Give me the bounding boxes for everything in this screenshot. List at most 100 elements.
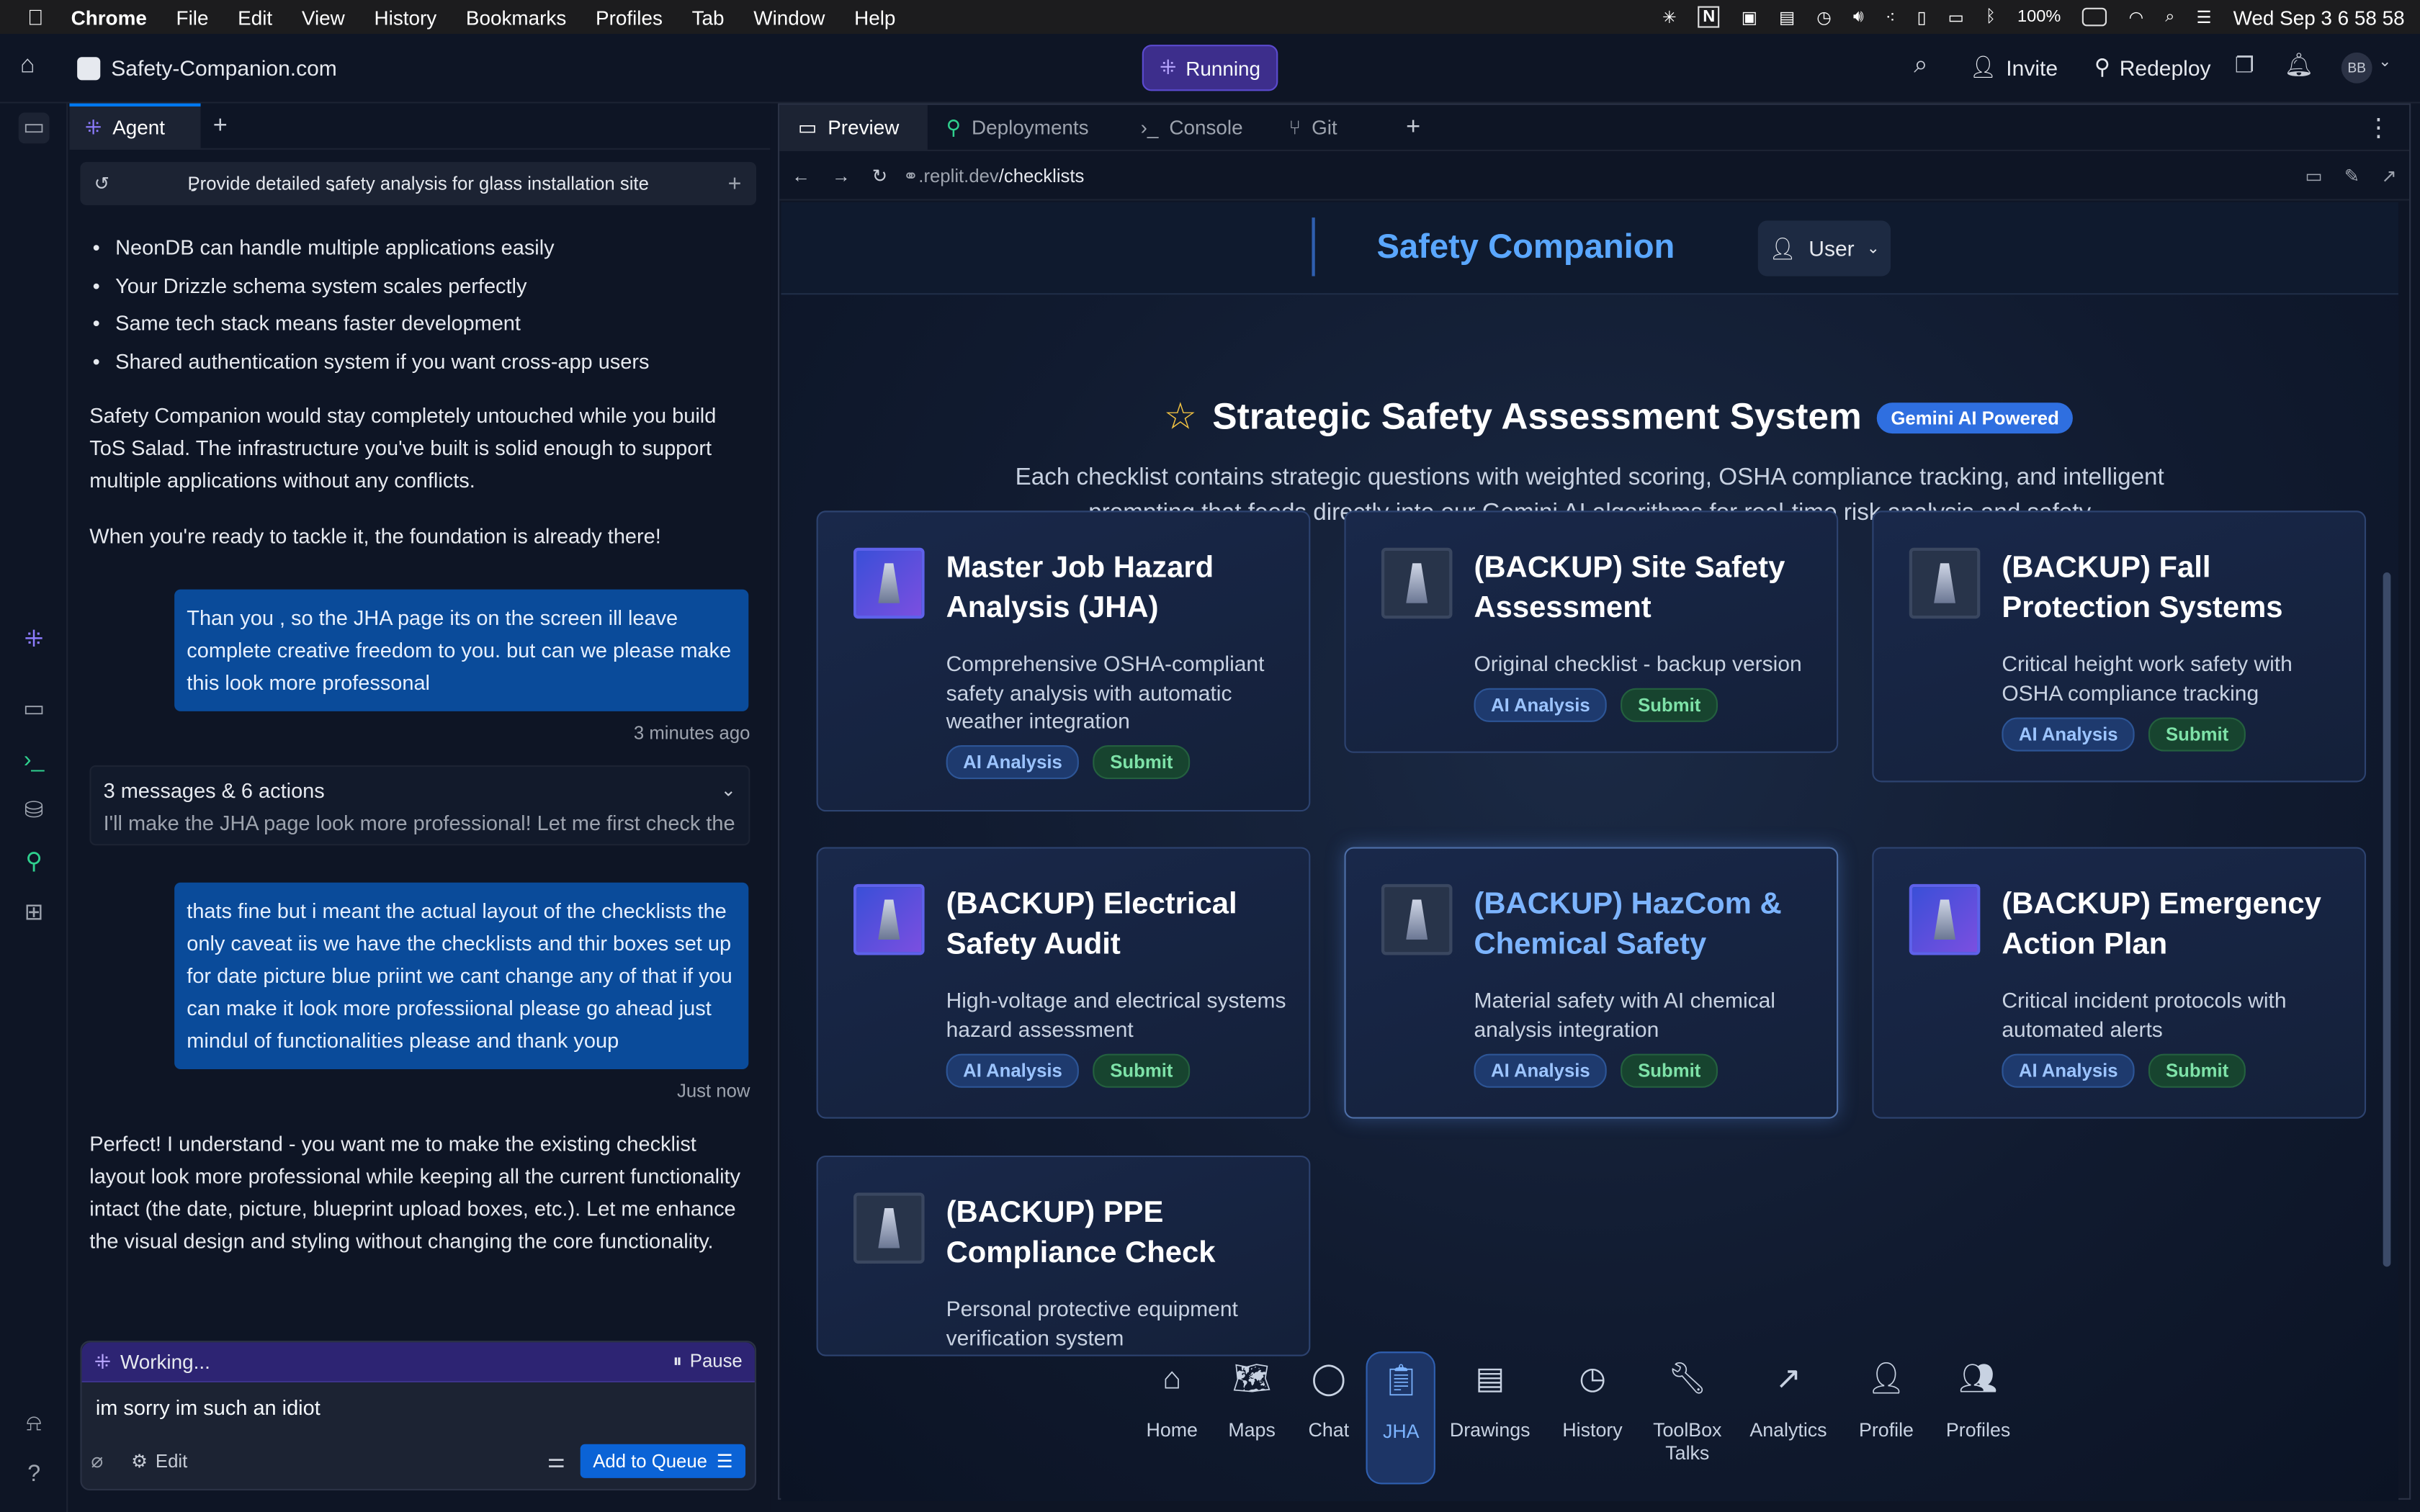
ai-analysis-tag[interactable]: AI Analysis	[2002, 717, 2136, 752]
add-to-queue-button[interactable]: Add to Queue ☰	[581, 1444, 746, 1478]
checklist-title[interactable]: (BACKUP) Electrical Safety Audit	[946, 884, 1286, 964]
menu-app-name[interactable]: Chrome	[71, 6, 147, 29]
new-tab-plus-icon[interactable]: +	[213, 112, 228, 140]
checklist-title[interactable]: (BACKUP) Fall Protection Systems	[2002, 548, 2341, 628]
project-name[interactable]: Safety-Companion.com	[111, 55, 336, 80]
dots-icon[interactable]: ⁖	[1886, 7, 1896, 27]
clipboard-icon[interactable]: ▣	[1742, 7, 1757, 27]
ai-analysis-tag[interactable]: AI Analysis	[1474, 688, 1608, 722]
volume-icon[interactable]: 🔊︎	[1853, 7, 1864, 27]
submit-tag[interactable]: Submit	[1621, 1053, 1718, 1088]
submit-tag[interactable]: Submit	[2148, 717, 2246, 752]
preview-monitor-icon[interactable]: ▭	[19, 694, 50, 725]
notion-icon[interactable]: N	[1698, 6, 1720, 28]
database-icon[interactable]: ⛁	[19, 796, 50, 827]
nav-analytics[interactable]: ↗ Analytics	[1734, 1351, 1843, 1484]
menu-history[interactable]: History	[375, 6, 437, 29]
nav-history[interactable]: ◷ History	[1544, 1351, 1641, 1484]
submit-tag[interactable]: Submit	[2148, 1053, 2246, 1088]
redeploy-button[interactable]: ⚲ Redeploy	[2094, 54, 2211, 80]
copy-icon[interactable]: ❐	[2235, 53, 2254, 78]
checklist-card[interactable]: (BACKUP) Fall Protection Systems Critical…	[1872, 510, 2367, 783]
app-brand[interactable]: Safety Companion	[1376, 227, 1675, 267]
bell-icon[interactable]: 🔔︎	[2284, 51, 2313, 78]
chevron-down-icon[interactable]: ⌄	[721, 779, 737, 802]
checklist-card[interactable]: (BACKUP) Emergency Action Plan Critical i…	[1872, 847, 2367, 1119]
nav-maps[interactable]: 🗺︎ Maps	[1213, 1351, 1291, 1484]
menu-tab[interactable]: Tab	[692, 6, 725, 29]
console-icon[interactable]: ›_	[19, 745, 50, 776]
back-arrow-icon[interactable]: ←	[792, 164, 810, 186]
avatar[interactable]: BB	[2341, 52, 2372, 84]
alerts-icon[interactable]: ⍾	[19, 1408, 50, 1439]
checklist-title[interactable]: (BACKUP) PPE Compliance Check	[946, 1192, 1286, 1272]
help-icon[interactable]: ?	[19, 1459, 50, 1490]
nav-chat[interactable]: ◯ Chat	[1291, 1351, 1367, 1484]
bluetooth-icon[interactable]: ᛒ	[1986, 8, 1996, 27]
tab-deployments[interactable]: ⚲ Deployments	[928, 104, 1122, 150]
keyboard-icon[interactable]: ▭	[1948, 7, 1964, 27]
attach-icon[interactable]: ⌀	[91, 1449, 122, 1473]
submit-tag[interactable]: Submit	[1093, 745, 1191, 780]
menu-file[interactable]: File	[176, 6, 209, 29]
ai-analysis-tag[interactable]: AI Analysis	[2002, 1053, 2136, 1088]
tab-agent[interactable]: ⁜ Agent	[69, 102, 201, 149]
battery-icon[interactable]	[2082, 7, 2107, 27]
checklist-title[interactable]: Master Job Hazard Analysis (JHA)	[946, 548, 1286, 628]
menu-edit[interactable]: Edit	[238, 6, 272, 29]
devices-icon[interactable]: ▭	[2305, 164, 2322, 186]
nav-profile[interactable]: 👤︎ Profile	[1842, 1351, 1930, 1484]
submit-tag[interactable]: Submit	[1093, 1053, 1191, 1088]
tab-git[interactable]: ⑂ Git	[1270, 104, 1394, 150]
nav-toolbox-talks[interactable]: 🔧︎ ToolBox Talks	[1641, 1351, 1734, 1484]
time-machine-icon[interactable]: ◷	[1816, 7, 1832, 27]
reload-icon[interactable]: ↻	[872, 164, 888, 186]
forward-arrow-icon[interactable]: →	[832, 164, 851, 186]
home-icon[interactable]: ⌂	[20, 53, 35, 81]
ai-analysis-tag[interactable]: AI Analysis	[946, 745, 1080, 780]
edit-button[interactable]: ⚙ Edit	[131, 1450, 187, 1472]
checklist-title[interactable]: (BACKUP) Site Safety Assessment	[1474, 548, 1813, 628]
devtools-wrench-icon[interactable]: ✎	[2344, 164, 2360, 186]
replit-agent-icon[interactable]: ⁜	[19, 625, 50, 656]
wifi-icon[interactable]: ◠	[2129, 7, 2144, 27]
checklist-card[interactable]: Master Job Hazard Analysis (JHA) Comprehe…	[816, 510, 1311, 812]
pause-button[interactable]: ⏸︎ Pause	[673, 1350, 743, 1373]
files-icon[interactable]: ▭	[18, 112, 50, 144]
checklist-title[interactable]: (BACKUP) Emergency Action Plan	[2002, 884, 2341, 964]
collapsed-actions[interactable]: 3 messages & 6 actions ⌄ I'll make the J…	[89, 765, 750, 846]
open-external-icon[interactable]: ↗	[2381, 164, 2397, 186]
nav-profiles[interactable]: 👥︎ Profiles	[1930, 1351, 2027, 1484]
ai-analysis-tag[interactable]: AI Analysis	[946, 1053, 1080, 1088]
search-icon[interactable]: ⌕	[1914, 53, 1927, 81]
nav-home[interactable]: ⌂ Home	[1131, 1351, 1213, 1484]
tab-preview[interactable]: ▭ Preview	[779, 104, 928, 150]
run-status-button[interactable]: ⁜ Running	[1142, 45, 1278, 91]
ai-analysis-tag[interactable]: AI Analysis	[1474, 1053, 1608, 1088]
menu-window[interactable]: Window	[753, 6, 825, 29]
invite-button[interactable]: 👤︎ Invite	[1969, 54, 2058, 80]
nav-drawings[interactable]: ▤ Drawings	[1435, 1351, 1544, 1484]
menu-bookmarks[interactable]: Bookmarks	[466, 6, 566, 29]
checklist-card[interactable]: (BACKUP) Electrical Safety Audit High-vol…	[816, 847, 1311, 1119]
settings-sliders-icon[interactable]: ⚌	[547, 1449, 565, 1473]
tab-console[interactable]: ›_ Console	[1122, 104, 1270, 150]
checklist-card[interactable]: (BACKUP) HazCom & Chemical Safety Materia…	[1344, 847, 1839, 1119]
claude-icon[interactable]: ✳	[1662, 7, 1677, 27]
checklist-card[interactable]: (BACKUP) PPE Compliance Check Personal pr…	[816, 1156, 1311, 1356]
control-center-icon[interactable]: ☰	[2196, 7, 2211, 27]
user-menu-button[interactable]: 👤︎ User ⌄	[1757, 220, 1891, 276]
clock[interactable]: Wed Sep 3 6 58 58	[2233, 6, 2405, 29]
git-icon[interactable]: ⚲	[19, 847, 50, 878]
chat-input[interactable]: im sorry im such an idiot	[82, 1382, 755, 1438]
apps-grid-icon[interactable]: ⊞	[19, 898, 50, 929]
apple-icon[interactable]: 	[0, 4, 71, 29]
menu-view[interactable]: View	[302, 6, 345, 29]
menu-help[interactable]: Help	[854, 6, 895, 29]
more-vertical-icon[interactable]: ⋮	[2366, 112, 2390, 143]
nav-jha[interactable]: 📋︎ JHA	[1366, 1351, 1436, 1485]
chevron-down-icon[interactable]: ⌄	[2378, 54, 2391, 71]
menu-profiles[interactable]: Profiles	[596, 6, 663, 29]
url-field[interactable]: ⚭.replit.dev/checklists	[903, 164, 2284, 186]
scrollbar[interactable]	[2383, 572, 2391, 1267]
